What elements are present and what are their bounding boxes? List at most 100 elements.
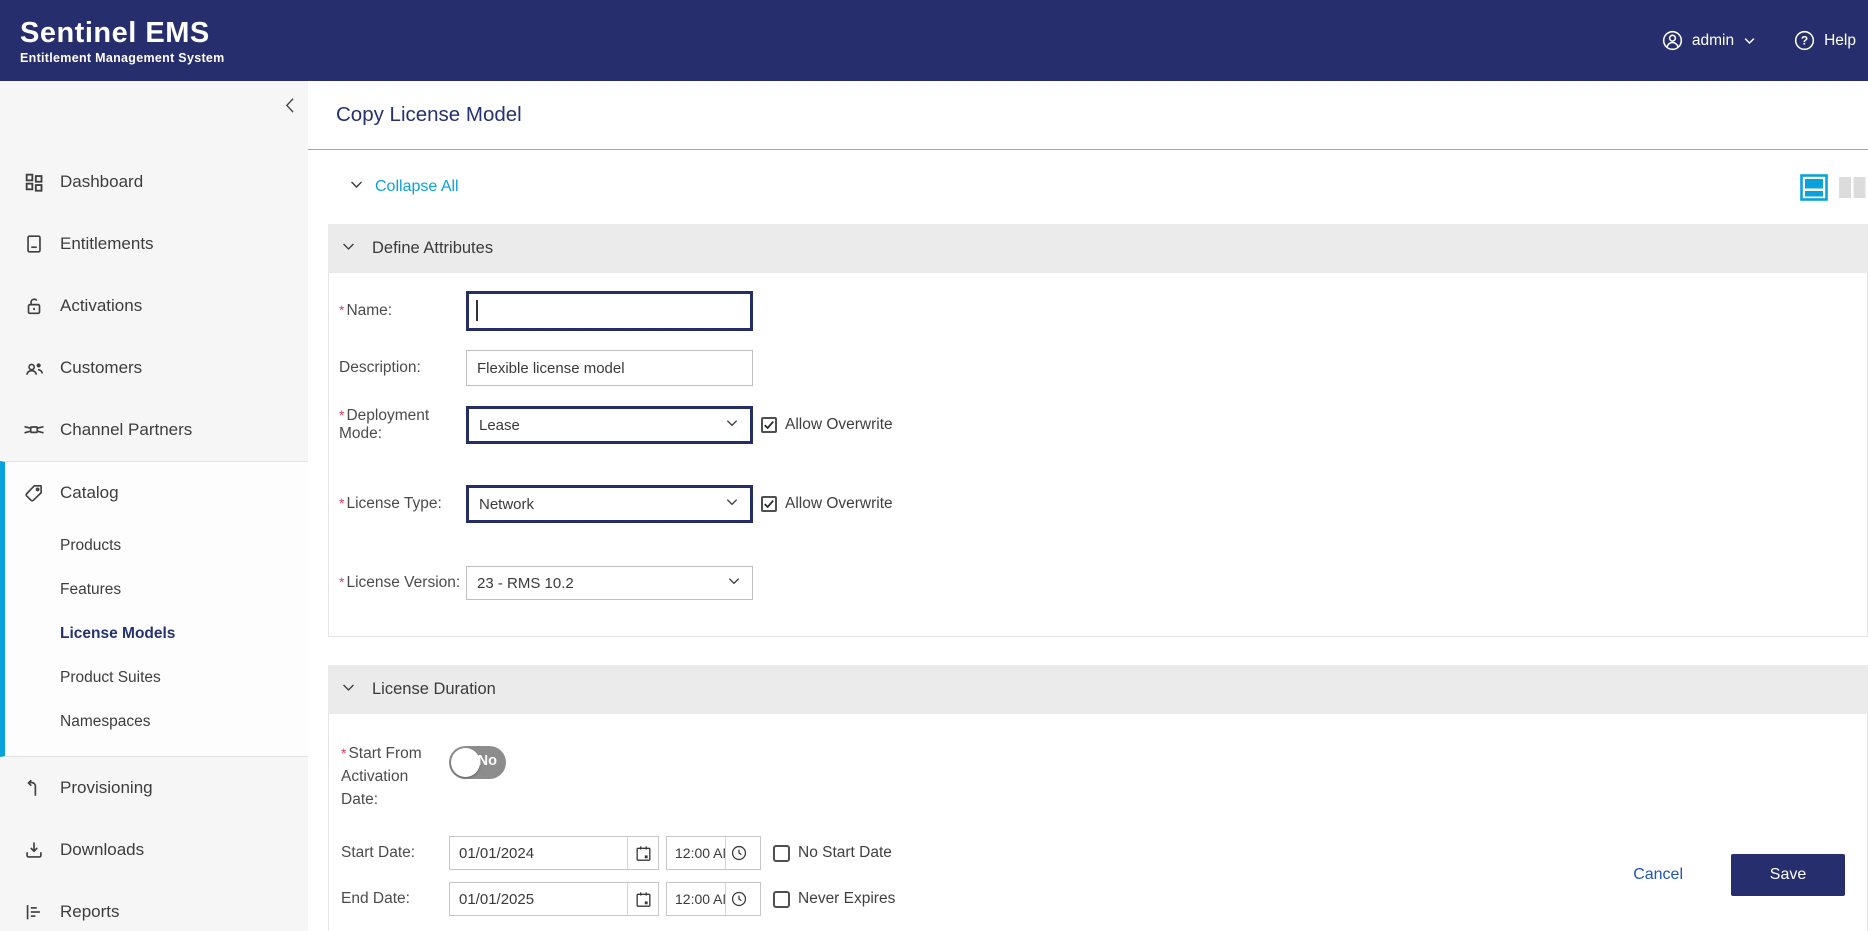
name-input[interactable] (466, 291, 753, 331)
section-header-license-duration[interactable]: License Duration (328, 665, 1868, 714)
license-version-select[interactable]: 23 - RMS 10.2 (466, 566, 753, 600)
license-type-label: *License Type: (329, 495, 466, 513)
sidebar-item-features[interactable]: Features (5, 568, 308, 612)
sidebar-item-label: Provisioning (60, 778, 153, 798)
sidebar-item-provisioning[interactable]: Provisioning (0, 757, 308, 819)
never-expires-checkbox[interactable]: Never Expires (773, 890, 895, 908)
single-column-view-icon[interactable] (1800, 174, 1828, 201)
required-asterisk: * (339, 574, 344, 590)
sidebar-item-entitlements[interactable]: Entitlements (0, 213, 308, 275)
start-date-input[interactable] (450, 837, 627, 869)
clock-icon[interactable] (725, 883, 752, 915)
license-type-value: Network (479, 496, 534, 513)
navbar-right: admin ? Help (1661, 29, 1868, 52)
svg-text:?: ? (1801, 34, 1808, 48)
sidebar-item-label: Entitlements (60, 234, 154, 254)
clock-icon[interactable] (725, 837, 752, 869)
required-asterisk: * (339, 495, 344, 511)
entitlements-document-icon (22, 232, 46, 256)
end-time-input[interactable] (667, 883, 725, 915)
sidebar-group-catalog: Catalog Products Features License Models… (0, 461, 308, 757)
section-title: Define Attributes (372, 239, 493, 258)
never-expires-label: Never Expires (798, 890, 895, 908)
sidebar-collapse-button[interactable] (278, 93, 304, 121)
two-column-view-icon[interactable] (1838, 174, 1866, 201)
sidebar-subitem-label: Product Suites (60, 669, 161, 687)
sidebar-item-label: Reports (60, 902, 120, 922)
calendar-icon[interactable] (627, 883, 658, 915)
sidebar-item-label: Downloads (60, 840, 144, 860)
sidebar-item-catalog[interactable]: Catalog (5, 462, 308, 524)
sidebar-item-product-suites[interactable]: Product Suites (5, 656, 308, 700)
license-type-select[interactable]: Network (466, 485, 753, 523)
chevron-down-icon (348, 176, 365, 198)
deployment-mode-select[interactable]: Lease (466, 406, 753, 444)
allow-overwrite-label: Allow Overwrite (785, 495, 893, 513)
sidebar-item-label: Catalog (60, 483, 119, 503)
start-from-activation-toggle[interactable]: No (449, 746, 506, 779)
app-logo: Sentinel EMS Entitlement Management Syst… (0, 17, 225, 65)
checkbox-unchecked-icon (773, 891, 790, 908)
calendar-icon[interactable] (627, 837, 658, 869)
collapse-all-button[interactable]: Collapse All (348, 176, 459, 198)
deployment-mode-row: *Deployment Mode: Lease (329, 406, 1867, 444)
toggle-state-label: No (478, 753, 497, 769)
sidebar-item-products[interactable]: Products (5, 524, 308, 568)
name-row: *Name: (329, 291, 1867, 331)
sidebar-item-dashboard[interactable]: Dashboard (0, 151, 308, 213)
end-date-label: End Date: (329, 890, 449, 908)
app-root: Sentinel EMS Entitlement Management Syst… (0, 0, 1868, 931)
start-from-activation-row: *Start From Activation Date: No (329, 746, 1867, 811)
save-button[interactable]: Save (1731, 854, 1845, 896)
user-menu[interactable]: admin (1661, 29, 1757, 52)
sidebar-subitem-label: Features (60, 581, 121, 599)
checkbox-checked-icon (761, 417, 777, 433)
channel-partners-handshake-icon (22, 418, 46, 442)
catalog-tag-icon (22, 481, 46, 505)
description-input[interactable] (466, 350, 753, 386)
chevron-down-icon (724, 415, 740, 435)
description-label: Description: (329, 359, 466, 377)
text-cursor (476, 300, 478, 321)
user-name: admin (1692, 32, 1734, 50)
sidebar-nav: Dashboard Entitlements (0, 151, 308, 931)
help-menu[interactable]: ? Help (1793, 29, 1856, 52)
sidebar-subitem-label: Namespaces (60, 713, 150, 731)
no-start-date-checkbox[interactable]: No Start Date (773, 844, 892, 862)
help-label: Help (1824, 32, 1856, 50)
collapse-all-label: Collapse All (375, 178, 459, 196)
sidebar-item-reports[interactable]: Reports (0, 881, 308, 931)
start-date-label: Start Date: (329, 844, 449, 862)
end-date-input[interactable] (450, 883, 627, 915)
start-time-field (666, 836, 761, 870)
chevron-down-icon (340, 679, 357, 701)
toggle-knob (451, 748, 480, 777)
top-navbar: Sentinel EMS Entitlement Management Syst… (0, 0, 1868, 81)
required-asterisk: * (341, 745, 346, 761)
sidebar-item-label: Channel Partners (60, 420, 192, 440)
sidebar-item-customers[interactable]: Customers (0, 337, 308, 399)
deployment-allow-overwrite-checkbox[interactable]: Allow Overwrite (761, 416, 893, 434)
sidebar-item-channel-partners[interactable]: Channel Partners (0, 399, 308, 461)
sidebar-item-license-models[interactable]: License Models (5, 612, 308, 656)
start-date-field (449, 836, 659, 870)
provisioning-split-arrow-icon (22, 776, 46, 800)
required-asterisk: * (339, 302, 344, 318)
main-content: Copy License Model Collapse All (308, 81, 1868, 931)
sidebar-item-namespaces[interactable]: Namespaces (5, 700, 308, 744)
section-header-define-attributes[interactable]: Define Attributes (328, 224, 1868, 273)
page-title: Copy License Model (336, 103, 522, 127)
chevron-left-icon (281, 93, 301, 122)
reports-icon (22, 900, 46, 924)
license-type-allow-overwrite-checkbox[interactable]: Allow Overwrite (761, 495, 893, 513)
sidebar-subitem-label: License Models (60, 625, 175, 643)
deployment-mode-value: Lease (479, 417, 520, 434)
start-time-input[interactable] (667, 837, 725, 869)
no-start-date-label: No Start Date (798, 844, 892, 862)
sidebar-item-downloads[interactable]: Downloads (0, 819, 308, 881)
sidebar-item-label: Activations (60, 296, 142, 316)
sidebar-item-activations[interactable]: Activations (0, 275, 308, 337)
cancel-button[interactable]: Cancel (1633, 866, 1683, 884)
customers-people-icon (22, 356, 46, 380)
chevron-down-icon (1742, 33, 1757, 48)
